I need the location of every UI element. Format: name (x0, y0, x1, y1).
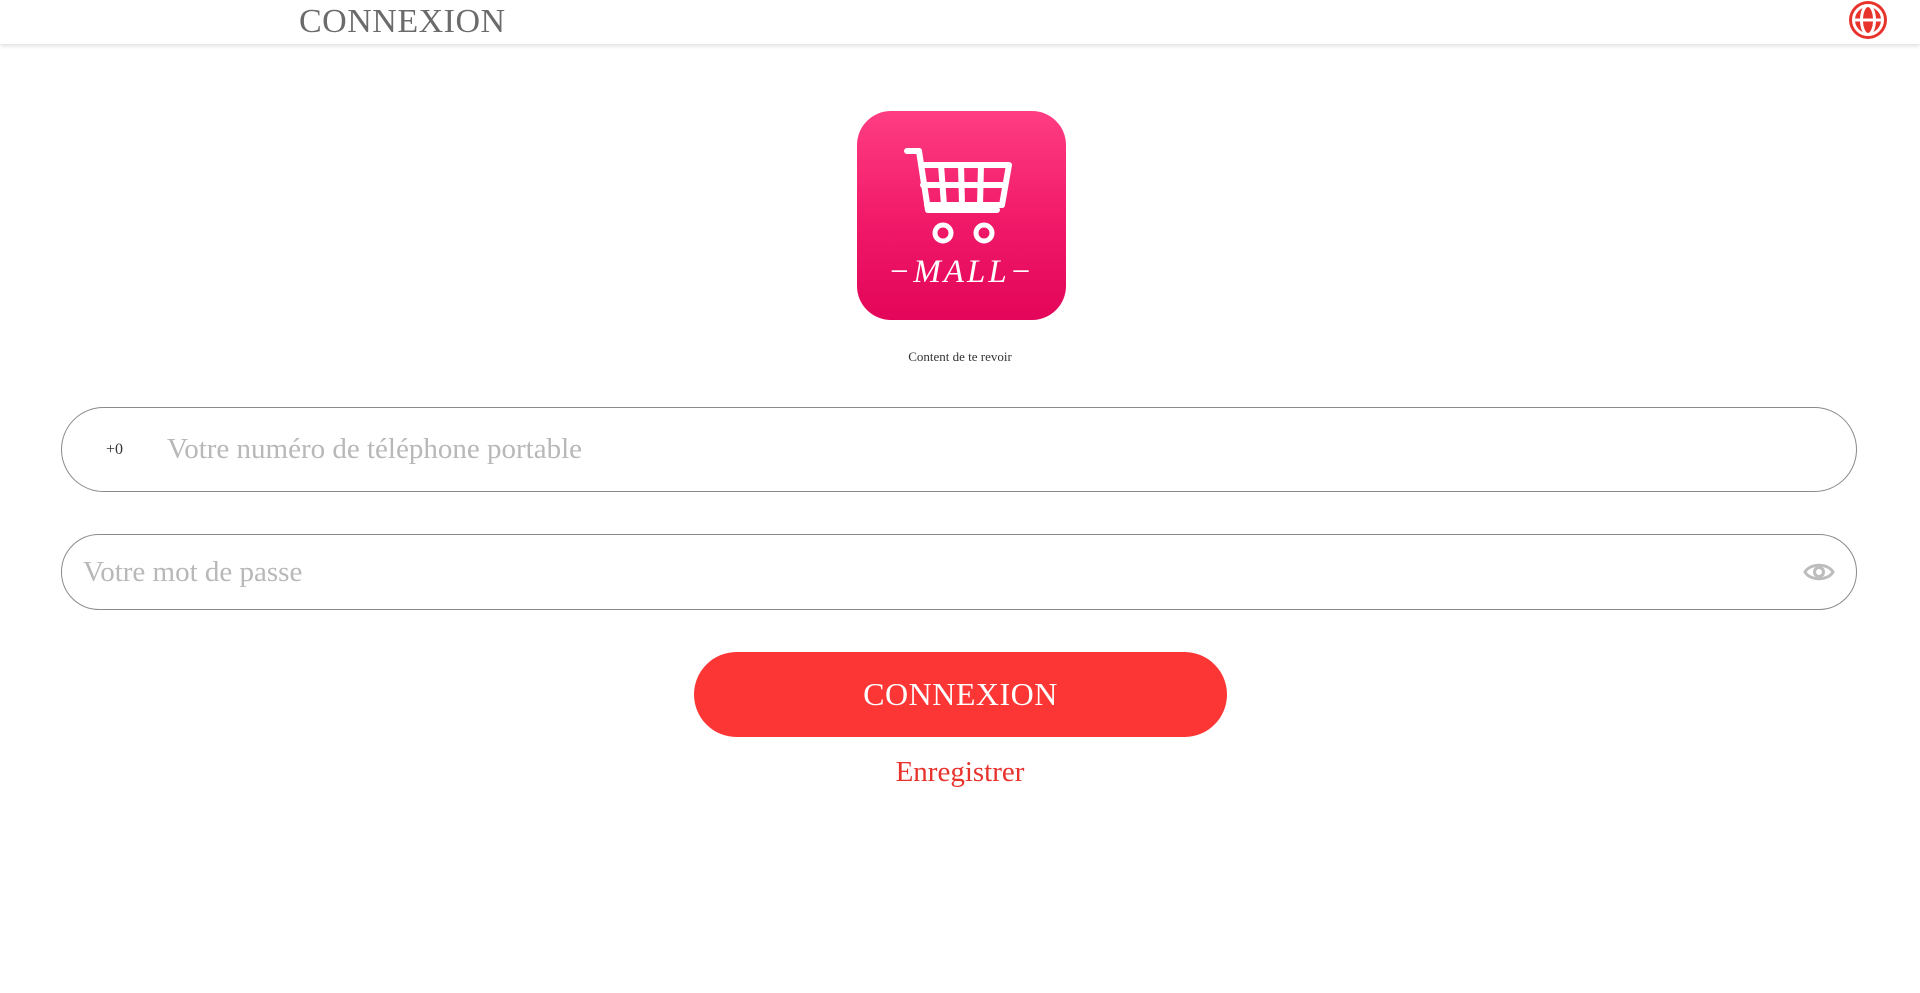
password-field (61, 534, 1857, 610)
page-title: CONNEXION (299, 3, 506, 40)
phone-field: +0 (61, 407, 1857, 492)
password-input[interactable] (83, 535, 1763, 609)
welcome-message: Content de te revoir (908, 349, 1012, 364)
app-logo: −MALL− (857, 111, 1066, 320)
logo-text: −MALL− (888, 254, 1035, 290)
register-link[interactable]: Enregistrer (0, 756, 1920, 789)
login-button[interactable]: CONNEXION (694, 652, 1227, 737)
top-header: CONNEXION (0, 0, 1920, 44)
language-button[interactable] (1846, 0, 1890, 42)
country-code-prefix[interactable]: +0 (106, 408, 123, 491)
eye-icon (1803, 563, 1835, 581)
phone-input[interactable] (167, 408, 1807, 491)
password-visibility-toggle[interactable] (1802, 557, 1836, 587)
globe-icon (1849, 1, 1887, 39)
